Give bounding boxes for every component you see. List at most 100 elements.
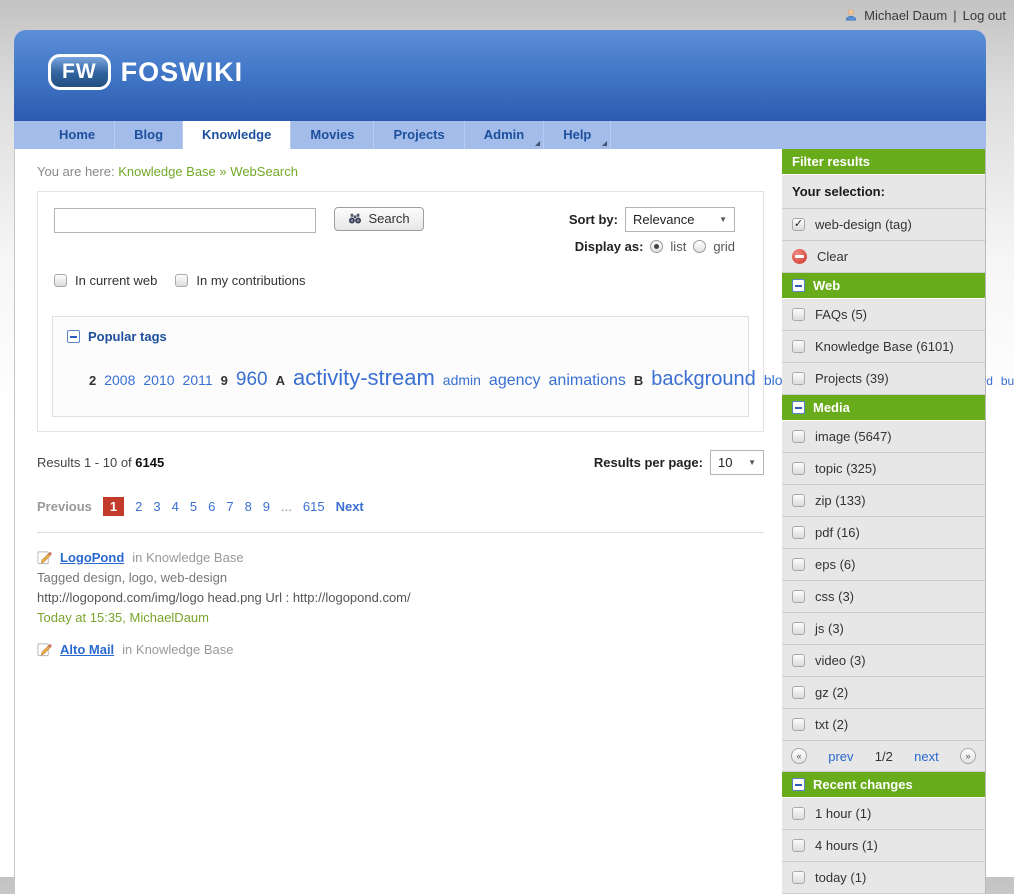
pager-page-indicator: 1/2 — [875, 749, 893, 764]
results-per-page-select[interactable]: 10 ▼ — [710, 450, 764, 475]
filter-item-css: css (3) — [782, 581, 985, 613]
filter-item-checkbox[interactable] — [792, 494, 805, 507]
tab-movies[interactable]: Movies — [291, 121, 374, 149]
page-link-9[interactable]: 9 — [263, 499, 270, 514]
in-my-contributions-label: In my contributions — [196, 273, 305, 288]
search-input[interactable] — [54, 208, 316, 233]
pager-first-icon[interactable]: « — [791, 748, 807, 764]
filter-item-checkbox[interactable] — [792, 686, 805, 699]
tab-blog[interactable]: Blog — [115, 121, 183, 149]
user-name-link[interactable]: Michael Daum — [864, 8, 947, 23]
filter-item-projects: Projects (39) — [782, 363, 985, 395]
breadcrumb-link-websearch[interactable]: WebSearch — [230, 164, 298, 179]
breadcrumb-prefix: You are here: — [37, 164, 115, 179]
results-per-page-value: 10 — [718, 455, 732, 470]
clear-icon — [792, 249, 807, 264]
page-link-3[interactable]: 3 — [153, 499, 160, 514]
result-title-link[interactable]: LogoPond — [60, 550, 124, 565]
tab-projects[interactable]: Projects — [374, 121, 464, 149]
tag-business-cards[interactable]: business-cards — [1001, 374, 1014, 388]
tag-agency[interactable]: agency — [489, 372, 541, 389]
pager-prev-link[interactable]: prev — [828, 749, 853, 764]
filter-item-label: gz (2) — [815, 685, 848, 700]
your-selection-header: Your selection: — [782, 175, 985, 209]
search-button[interactable]: Search — [334, 207, 423, 231]
page-link-7[interactable]: 7 — [226, 499, 233, 514]
pager-last-icon[interactable]: » — [960, 748, 976, 764]
breadcrumb-link-knowledge-base[interactable]: Knowledge Base — [118, 164, 216, 179]
filter-item-checkbox[interactable] — [792, 622, 805, 635]
tag-letter-a: A — [276, 373, 285, 388]
filter-item-checkbox[interactable] — [792, 558, 805, 571]
pagination-ellipsis: ... — [281, 499, 292, 514]
logout-link[interactable]: Log out — [963, 8, 1006, 23]
filter-item-label: txt (2) — [815, 717, 848, 732]
filter-item-label: pdf (16) — [815, 525, 860, 540]
sort-select[interactable]: Relevance ▼ — [625, 207, 735, 232]
filter-item-checkbox[interactable] — [792, 462, 805, 475]
selection-label: web-design (tag) — [815, 217, 912, 232]
filter-item-label: zip (133) — [815, 493, 866, 508]
collapse-minus-icon[interactable] — [792, 279, 805, 292]
page-link-last[interactable]: 615 — [303, 499, 325, 514]
filter-item-1: 1 hour (1) — [782, 798, 985, 830]
result-summary: http://logopond.com/img/logo head.png Ur… — [37, 590, 764, 605]
main-nav: HomeBlogKnowledgeMoviesProjectsAdminHelp — [14, 121, 986, 149]
filter-sections: WebFAQs (5)Knowledge Base (6101)Projects… — [782, 273, 985, 741]
page-link-1[interactable]: 1 — [103, 497, 124, 516]
section-web-header: Web — [782, 273, 985, 299]
filter-item-txt: txt (2) — [782, 709, 985, 741]
clear-filters-row[interactable]: Clear — [782, 241, 985, 273]
filter-item-checkbox[interactable] — [792, 807, 805, 820]
collapse-minus-icon[interactable] — [792, 778, 805, 791]
page-link-6[interactable]: 6 — [208, 499, 215, 514]
filter-item-checkbox[interactable] — [792, 871, 805, 884]
tab-help[interactable]: Help — [544, 121, 611, 149]
results-count: Results 1 - 10 of 6145 — [37, 455, 164, 470]
tag-activity-stream[interactable]: activity-stream — [293, 365, 435, 390]
page-link-8[interactable]: 8 — [245, 499, 252, 514]
page-link-4[interactable]: 4 — [172, 499, 179, 514]
tag-960[interactable]: 960 — [236, 369, 268, 390]
tab-knowledge[interactable]: Knowledge — [183, 121, 291, 149]
tag-background[interactable]: background — [651, 368, 756, 390]
tab-admin[interactable]: Admin — [465, 121, 544, 149]
site-logo[interactable]: FW FOSWIKI — [48, 54, 243, 90]
filter-item-checkbox[interactable] — [792, 340, 805, 353]
filter-item-checkbox[interactable] — [792, 526, 805, 539]
filter-item-checkbox[interactable] — [792, 372, 805, 385]
result-title-link[interactable]: Alto Mail — [60, 642, 114, 657]
filter-item-checkbox[interactable] — [792, 308, 805, 321]
filter-item-checkbox[interactable] — [792, 590, 805, 603]
selection-checkbox[interactable]: ✓ — [792, 218, 805, 231]
tag-letter-b: B — [634, 373, 643, 388]
filter-item-checkbox[interactable] — [792, 654, 805, 667]
in-my-contributions-checkbox[interactable] — [175, 274, 188, 287]
filter-item-checkbox[interactable] — [792, 839, 805, 852]
results-bar: Results 1 - 10 of 6145 Results per page:… — [37, 450, 764, 475]
chevron-down-icon: ▼ — [748, 458, 756, 467]
in-current-web-checkbox[interactable] — [54, 274, 67, 287]
collapse-minus-icon[interactable] — [67, 330, 80, 343]
page-link-5[interactable]: 5 — [190, 499, 197, 514]
display-list-radio[interactable] — [650, 240, 663, 253]
selection-item-web-design: ✓ web-design (tag) — [782, 209, 985, 241]
tag-2010[interactable]: 2010 — [143, 372, 174, 388]
display-grid-radio[interactable] — [693, 240, 706, 253]
tag-2008[interactable]: 2008 — [104, 372, 135, 388]
tag-2011[interactable]: 2011 — [183, 372, 213, 388]
pagination-previous[interactable]: Previous — [37, 499, 92, 514]
pagination-next[interactable]: Next — [336, 499, 364, 514]
recent-changes-section: Recent changes1 hour (1)4 hours (1)today… — [782, 772, 985, 894]
pager-next-link[interactable]: next — [914, 749, 939, 764]
filter-item-checkbox[interactable] — [792, 430, 805, 443]
tag-admin[interactable]: admin — [443, 372, 481, 388]
tag-animations[interactable]: animations — [549, 372, 626, 389]
filter-item-checkbox[interactable] — [792, 718, 805, 731]
display-grid-label: grid — [713, 239, 735, 254]
page-link-2[interactable]: 2 — [135, 499, 142, 514]
collapse-minus-icon[interactable] — [792, 401, 805, 414]
filter-sidebar: Filter results Your selection: ✓ web-des… — [782, 149, 985, 894]
tab-home[interactable]: Home — [40, 121, 115, 149]
user-icon — [844, 8, 858, 22]
